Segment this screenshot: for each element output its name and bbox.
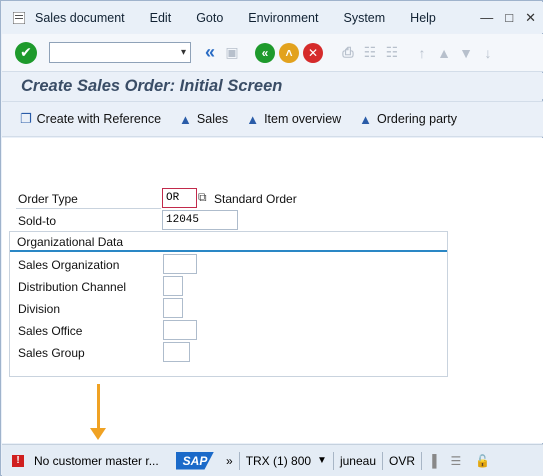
cancel-icon[interactable]: ✕ <box>303 42 323 63</box>
find-next-icon[interactable]: ☷ <box>381 42 403 64</box>
first-page-icon[interactable]: ↑ <box>411 42 433 64</box>
menu-help[interactable]: Help <box>410 11 436 25</box>
sales-label: Sales <box>196 112 229 126</box>
error-icon: ! <box>12 454 24 467</box>
menu-goto[interactable]: Goto <box>196 11 223 25</box>
sold-to-label: Sold-to <box>18 214 57 228</box>
mountain-icon: ▲ <box>359 111 373 127</box>
menu-bar: Sales document Edit Goto Environment Sys… <box>2 2 543 33</box>
create-with-reference-label: Create with Reference <box>36 112 162 126</box>
application-toolbar: ❐ Create with Reference ▲ Sales ▲ Item o… <box>2 101 543 137</box>
menu-system[interactable]: System <box>343 11 385 25</box>
f4-help-icon[interactable]: ⧉ <box>198 190 207 205</box>
order-type-description: Standard Order <box>214 192 297 206</box>
next-page-icon[interactable]: ▼ <box>455 42 477 64</box>
back-icon[interactable]: « <box>255 42 275 63</box>
command-field[interactable]: ▾ <box>49 42 191 63</box>
sales-office-field[interactable] <box>163 320 197 340</box>
sold-to-value: 12045 <box>166 214 200 226</box>
mountain-icon: ▲ <box>179 111 192 127</box>
mountain-icon: ▲ <box>246 111 260 127</box>
sap-logo: SAP <box>176 451 214 470</box>
prev-page-icon[interactable]: ▲ <box>433 42 455 64</box>
window-controls: — □ ✕ <box>480 10 536 26</box>
system-toolbar: ✔ ▾ « ▣ « ˄ ✕ ⎙ ☷ ☷ ↑ ▲ ▼ ↓ <box>2 34 543 72</box>
menu-environment[interactable]: Environment <box>248 11 318 25</box>
maximize-icon[interactable]: □ <box>505 10 513 26</box>
order-type-value: OR <box>166 192 180 204</box>
save-icon[interactable]: ▣ <box>221 42 243 64</box>
sales-group-field[interactable] <box>163 342 190 362</box>
exit-icon[interactable]: ˄ <box>279 42 299 63</box>
layout-icon[interactable]: ▐ <box>428 454 437 468</box>
chevron-down-icon[interactable]: ▾ <box>181 47 186 58</box>
expand-status-icon[interactable]: » <box>226 454 233 468</box>
ordering-party-label: Ordering party <box>377 112 457 126</box>
sales-organization-field[interactable] <box>163 254 197 274</box>
close-icon[interactable]: ✕ <box>525 10 536 26</box>
ordering-party-button[interactable]: ▲ Ordering party <box>359 112 457 127</box>
annotation-arrow-head <box>90 428 106 440</box>
settings-icon[interactable]: ☰ <box>451 454 462 468</box>
menu-edit[interactable]: Edit <box>150 11 172 25</box>
create-with-reference-button[interactable]: ❐ Create with Reference <box>20 111 161 127</box>
group-divider <box>10 250 447 252</box>
sold-to-field[interactable]: 12045 <box>162 210 238 230</box>
menu-icon[interactable] <box>12 11 26 24</box>
annotation-arrow-shaft <box>97 384 100 432</box>
page-title: Create Sales Order: Initial Screen <box>2 73 543 99</box>
menu-sales-document[interactable]: Sales document <box>35 11 125 25</box>
status-bar: ! No customer master r... SAP » TRX (1) … <box>2 444 543 476</box>
sales-group-label: Sales Group <box>18 346 85 360</box>
insert-mode: OVR <box>389 453 416 468</box>
sales-office-label: Sales Office <box>18 324 83 338</box>
sales-organization-label: Sales Organization <box>18 258 120 272</box>
organizational-data-group: Organizational Data Sales Organization D… <box>9 231 448 377</box>
sales-button[interactable]: ▲ Sales <box>179 112 228 127</box>
find-icon[interactable]: ☷ <box>359 42 381 64</box>
chevron-down-icon[interactable]: ▼ <box>317 455 327 466</box>
order-type-field[interactable]: OR <box>162 188 197 208</box>
item-overview-label: Item overview <box>264 112 342 126</box>
minimize-icon[interactable]: — <box>480 10 493 26</box>
status-message[interactable]: No customer master r... <box>34 454 168 468</box>
order-type-label: Order Type <box>18 192 78 206</box>
copy-document-icon: ❐ <box>20 111 32 126</box>
distribution-channel-field[interactable] <box>163 276 183 296</box>
transaction-info: TRX (1) 800 <box>245 453 312 468</box>
item-overview-button[interactable]: ▲ Item overview <box>246 112 341 127</box>
lock-icon[interactable]: 🔓 <box>475 454 490 468</box>
last-page-icon[interactable]: ↓ <box>477 42 499 64</box>
division-label: Division <box>18 302 61 316</box>
distribution-channel-label: Distribution Channel <box>18 280 127 294</box>
organizational-data-title: Organizational Data <box>17 235 124 249</box>
main-content: Order Type OR ⧉ Standard Order Sold-to 1… <box>2 138 543 443</box>
double-chevron-left-icon[interactable]: « <box>199 42 221 64</box>
division-field[interactable] <box>163 298 183 318</box>
print-icon[interactable]: ⎙ <box>337 42 359 64</box>
enter-check-icon[interactable]: ✔ <box>15 41 37 64</box>
sap-window: Sales document Edit Goto Environment Sys… <box>0 0 543 476</box>
server-name: juneau <box>339 453 376 468</box>
